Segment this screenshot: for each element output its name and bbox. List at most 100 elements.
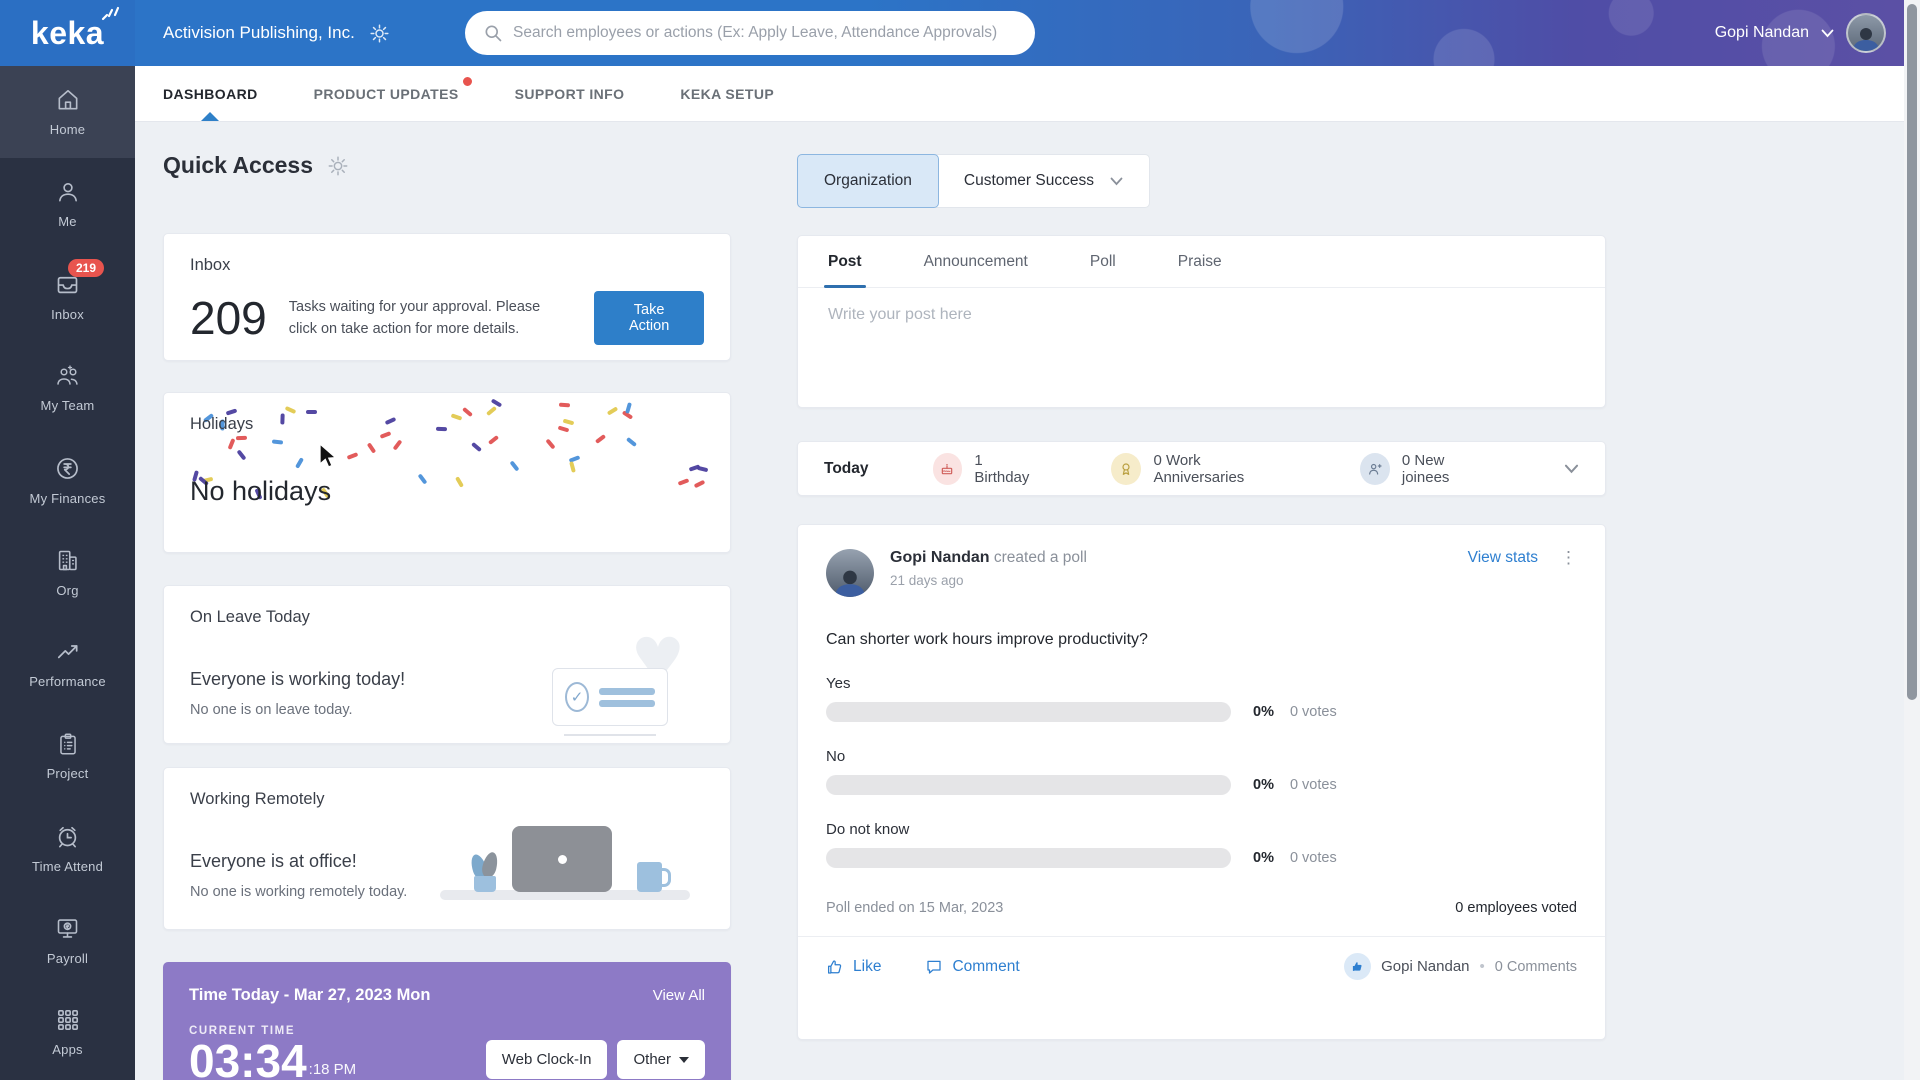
check-icon: ✓: [565, 682, 589, 712]
time-card-title: Time Today - Mar 27, 2023 Mon: [189, 986, 430, 1005]
clipboard-icon: [55, 731, 81, 757]
leave-illustration: ♥ ✓: [546, 616, 696, 726]
poll-option-bar[interactable]: [826, 702, 1231, 722]
on-leave-today-card: On Leave Today Everyone is working today…: [163, 585, 731, 744]
inbox-badge: 219: [68, 259, 104, 277]
comment-button[interactable]: Comment: [925, 958, 1019, 976]
search-icon: [483, 23, 503, 43]
other-actions-button[interactable]: Other: [617, 1040, 705, 1079]
sidebar-item-apps[interactable]: Apps: [0, 986, 135, 1078]
feed-scope-switcher: Organization Customer Success: [797, 154, 1150, 208]
keka-logo[interactable]: keka: [0, 0, 135, 66]
poll-option-percent: 0%: [1253, 850, 1274, 866]
home-icon: [55, 87, 81, 113]
holidays-message: No holidays: [190, 476, 704, 507]
user-menu[interactable]: Gopi Nandan: [1715, 0, 1886, 66]
page-scrollbar[interactable]: [1904, 0, 1920, 1080]
tab-dashboard[interactable]: DASHBOARD: [163, 66, 258, 121]
today-expand-chevron-icon[interactable]: [1564, 464, 1579, 474]
sidebar: Home Me 219 Inbox My Team My Finances Or…: [0, 66, 135, 1080]
laptop-graphic: [512, 826, 612, 892]
composer-tab-post[interactable]: Post: [828, 236, 862, 287]
remote-illustration: [440, 806, 700, 906]
alarm-clock-icon: [54, 823, 81, 850]
composer-tab-praise[interactable]: Praise: [1178, 236, 1222, 287]
today-birthdays[interactable]: 1 Birthday: [933, 452, 1038, 486]
quick-access-title: Quick Access: [163, 152, 313, 179]
sidebar-item-home[interactable]: Home: [0, 66, 135, 158]
today-new-joinees[interactable]: 0 New joinees: [1360, 452, 1490, 486]
sidebar-item-me[interactable]: Me: [0, 158, 135, 250]
chevron-down-icon: [1821, 29, 1834, 38]
poll-author-name[interactable]: Gopi Nandan: [890, 549, 990, 566]
current-time-seconds: :18 PM: [309, 1061, 357, 1078]
poll-question: Can shorter work hours improve productiv…: [826, 631, 1577, 649]
scrollbar-thumb[interactable]: [1907, 4, 1917, 700]
quick-access-gear-icon[interactable]: [327, 155, 349, 177]
sidebar-item-my-team[interactable]: My Team: [0, 342, 135, 434]
like-button[interactable]: Like: [826, 958, 881, 976]
sidebar-item-payroll[interactable]: Payroll: [0, 894, 135, 986]
composer-tab-announcement[interactable]: Announcement: [924, 236, 1028, 287]
sidebar-item-performance[interactable]: Performance: [0, 618, 135, 710]
tab-support-info[interactable]: SUPPORT INFO: [515, 66, 625, 121]
user-avatar[interactable]: [1846, 13, 1886, 53]
caret-down-icon: [679, 1057, 689, 1063]
today-events-bar: Today 1 Birthday 0 Work Anniversaries 0 …: [797, 441, 1606, 496]
company-name: Activision Publishing, Inc.: [163, 23, 355, 43]
kebab-menu-icon[interactable]: ⋮: [1560, 553, 1577, 562]
web-clock-in-button[interactable]: Web Clock-In: [486, 1040, 608, 1079]
inbox-card-title: Inbox: [190, 256, 704, 275]
notification-dot: [460, 74, 475, 89]
holidays-card-title: Holidays: [190, 415, 704, 434]
time-today-card: Time Today - Mar 27, 2023 Mon View All C…: [163, 962, 731, 1080]
take-action-button[interactable]: Take Action: [594, 291, 704, 345]
poll-option-votes: 0 votes: [1290, 850, 1337, 866]
team-icon: [54, 363, 82, 389]
comments-count: 0 Comments: [1495, 959, 1577, 975]
sidebar-item-org[interactable]: Org: [0, 526, 135, 618]
tab-product-updates[interactable]: PRODUCT UPDATES: [314, 66, 459, 121]
apps-grid-icon: [55, 1007, 81, 1033]
today-label: Today: [824, 460, 869, 478]
keka-spark-icon: [100, 6, 120, 22]
new-joinee-icon: [1360, 453, 1390, 485]
inbox-message: Tasks waiting for your approval. Please …: [289, 296, 572, 341]
birthday-cake-icon: [933, 453, 963, 485]
post-input[interactable]: [828, 306, 1575, 396]
secondary-nav: DASHBOARD PRODUCT UPDATES SUPPORT INFO K…: [135, 66, 1920, 122]
sidebar-item-my-finances[interactable]: My Finances: [0, 434, 135, 526]
scope-dropdown-customer-success[interactable]: Customer Success: [938, 155, 1149, 207]
topbar: keka Activision Publishing, Inc. Gopi Na…: [0, 0, 1920, 66]
today-work-anniversaries[interactable]: 0 Work Anniversaries: [1111, 452, 1286, 486]
view-stats-link[interactable]: View stats: [1468, 549, 1538, 567]
company-settings-gear-icon[interactable]: [369, 23, 390, 44]
poll-option-bar[interactable]: [826, 775, 1231, 795]
poll-option-do-not-know: Do not know 0% 0 votes: [826, 821, 1577, 868]
plant-graphic: [470, 850, 500, 892]
anniversary-medal-icon: [1111, 453, 1141, 485]
pending-tasks-count: 209: [190, 291, 267, 345]
post-composer-card: Post Announcement Poll Praise: [797, 235, 1606, 408]
composer-tab-poll[interactable]: Poll: [1090, 236, 1116, 287]
rupee-icon: [54, 455, 81, 482]
poll-option-bar[interactable]: [826, 848, 1231, 868]
sidebar-item-project[interactable]: Project: [0, 710, 135, 802]
poll-option-percent: 0%: [1253, 704, 1274, 720]
liker-name: Gopi Nandan: [1381, 958, 1469, 975]
poll-option-yes: Yes 0% 0 votes: [826, 675, 1577, 722]
view-all-link[interactable]: View All: [653, 987, 705, 1004]
sidebar-item-inbox[interactable]: 219 Inbox: [0, 250, 135, 342]
poll-author-avatar[interactable]: [826, 549, 874, 597]
holidays-card: Holidays No holidays: [163, 392, 731, 553]
active-tab-indicator: [201, 112, 219, 121]
global-search[interactable]: [465, 11, 1035, 55]
scope-tab-organization[interactable]: Organization: [797, 154, 939, 208]
likers-summary[interactable]: Gopi Nandan • 0 Comments: [1344, 953, 1577, 980]
like-thumb-icon: [1344, 953, 1371, 980]
poll-option-votes: 0 votes: [1290, 704, 1337, 720]
search-input[interactable]: [513, 24, 1017, 42]
trend-icon: [54, 639, 82, 665]
sidebar-item-time-attend[interactable]: Time Attend: [0, 802, 135, 894]
tab-keka-setup[interactable]: KEKA SETUP: [680, 66, 774, 121]
